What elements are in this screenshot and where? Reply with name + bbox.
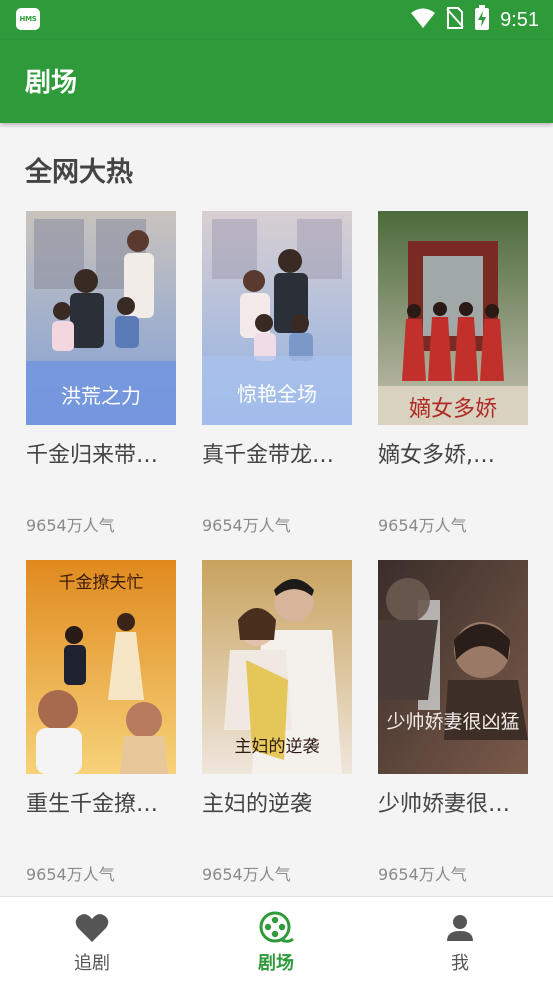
drama-popularity: 9654万人气 [26,516,115,535]
poster-text: 嫡女多娇 [409,397,497,422]
nav-label: 追剧 [74,953,110,974]
drama-card[interactable]: 千金撩夫忙 重生千金撩… 9654万人气 [26,560,176,884]
drama-popularity: 9654万人气 [202,865,291,884]
status-icons: 9:51 [410,5,539,35]
poster-text: 洪荒之力 [61,384,141,408]
wifi-icon [410,7,436,33]
poster-text: 主妇的逆袭 [235,737,320,757]
app-bar: 剧场 [0,40,553,123]
poster-text: 少帅娇妻很凶猛 [386,711,519,733]
nav-item-juchang[interactable]: 剧场 [184,897,368,983]
nav-item-me[interactable]: 我 [368,897,552,983]
drama-title[interactable]: 重生千金撩… [26,788,176,822]
nav-item-zhuiju[interactable]: 追剧 [0,897,184,983]
drama-poster[interactable]: 千金撩夫忙 [26,560,176,774]
poster-text: 千金撩夫忙 [59,573,144,593]
heart-icon [74,911,110,945]
drama-popularity: 9654万人气 [378,865,467,884]
bottom-nav: 追剧 剧场 我 [0,896,553,983]
section-title: 全网大热 [25,157,133,188]
drama-card[interactable]: 少帅娇妻很凶猛 少帅娇妻很… 9654万人气 [378,560,528,884]
drama-popularity: 9654万人气 [378,516,467,535]
drama-card[interactable]: 主妇的逆袭 主妇的逆袭 9654万人气 [202,560,352,884]
status-time: 9:51 [500,8,539,31]
drama-poster[interactable]: 少帅娇妻很凶猛 [378,560,528,774]
film-reel-icon [258,911,294,945]
page-title: 剧场 [25,68,78,98]
drama-poster[interactable]: 洪荒之力 [26,211,176,425]
drama-poster[interactable]: 惊艳全场 [202,211,352,425]
drama-popularity: 9654万人气 [26,865,115,884]
drama-title[interactable]: 真千金带龙… [202,439,352,473]
drama-card[interactable]: 洪荒之力 千金归来带… 9654万人气 [26,211,176,535]
drama-title[interactable]: 千金归来带… [26,439,176,473]
no-sim-icon [446,6,464,34]
drama-popularity: 9654万人气 [202,516,291,535]
poster-text: 惊艳全场 [237,382,317,406]
person-icon [442,911,478,945]
battery-charging-icon [474,5,490,35]
hms-badge: HMS [16,8,40,30]
drama-card[interactable]: 惊艳全场 真千金带龙… 9654万人气 [202,211,352,535]
nav-label: 剧场 [258,953,294,974]
drama-poster[interactable]: 主妇的逆袭 [202,560,352,774]
drama-title[interactable]: 主妇的逆袭 [202,788,352,822]
drama-card[interactable]: 嫡女多娇 嫡女多娇,… 9654万人气 [378,211,528,535]
status-bar: HMS 9:51 [0,0,553,40]
drama-poster[interactable]: 嫡女多娇 [378,211,528,425]
drama-title[interactable]: 嫡女多娇,… [378,439,528,473]
drama-title[interactable]: 少帅娇妻很… [378,788,528,822]
nav-label: 我 [451,953,469,974]
